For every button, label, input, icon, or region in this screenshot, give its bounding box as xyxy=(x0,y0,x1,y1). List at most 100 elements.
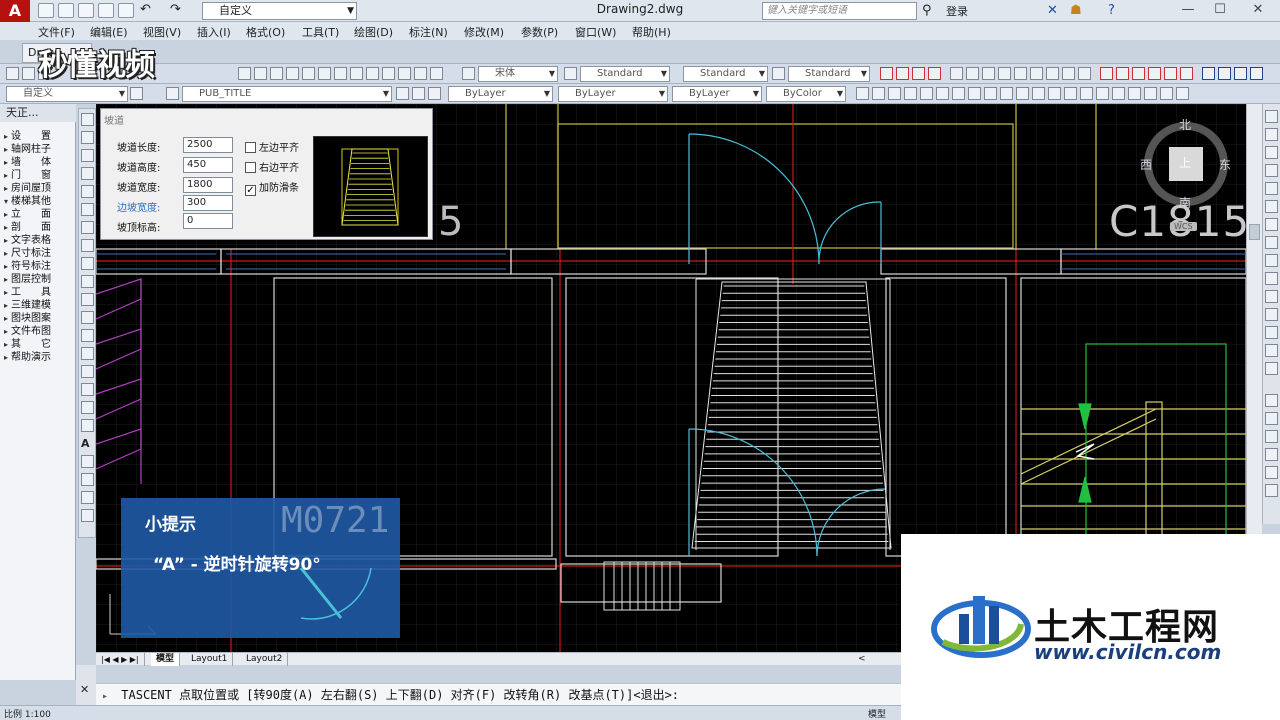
menu-modify[interactable]: 修改(M) xyxy=(464,24,504,40)
construction-line-icon[interactable] xyxy=(81,131,94,144)
slope-width-input[interactable]: 300 xyxy=(183,195,233,211)
tab-model[interactable]: 模型 xyxy=(151,653,181,666)
make-block-icon[interactable] xyxy=(81,329,94,342)
erase-icon[interactable] xyxy=(1265,110,1278,123)
spline-icon[interactable] xyxy=(81,257,94,270)
tch-tool-icon[interactable] xyxy=(928,67,941,80)
dim-aligned-icon[interactable] xyxy=(966,67,979,80)
tch-axis-icon[interactable] xyxy=(1100,67,1113,80)
right-align-checkbox[interactable]: 右边平齐 xyxy=(245,159,299,174)
draworder-icon[interactable] xyxy=(1265,448,1278,461)
tool-palette-icon[interactable] xyxy=(334,67,347,80)
rotate-icon[interactable] xyxy=(1265,218,1278,231)
tch-window-icon[interactable] xyxy=(1096,87,1109,100)
line-icon[interactable] xyxy=(81,113,94,126)
help-icon[interactable]: ? xyxy=(1108,3,1115,18)
menu-insert[interactable]: 插入(I) xyxy=(197,24,231,40)
layer-previous-icon[interactable] xyxy=(412,87,425,100)
layer-select[interactable]: PUB_TITLE ▼ xyxy=(182,86,392,102)
panel-item-help[interactable]: ▸ 帮助演示 xyxy=(4,348,51,363)
zoom-window-icon[interactable] xyxy=(270,67,283,80)
tch-axis-icon[interactable] xyxy=(1116,67,1129,80)
point-icon[interactable] xyxy=(81,347,94,360)
menu-parametric[interactable]: 参数(P) xyxy=(521,24,558,40)
tch-axis-icon[interactable] xyxy=(1180,67,1193,80)
dim-baseline-icon[interactable] xyxy=(1062,67,1075,80)
ellipse-arc-icon[interactable] xyxy=(81,293,94,306)
tch-window-icon[interactable] xyxy=(1144,87,1157,100)
dim-linear-icon[interactable] xyxy=(950,67,963,80)
tch-window-icon[interactable] xyxy=(968,87,981,100)
font-select[interactable]: 宋体 ▼ xyxy=(478,66,558,82)
compass-west[interactable]: 西 xyxy=(1140,156,1152,173)
ramp-width-input[interactable]: 1800 xyxy=(183,177,233,193)
tch-window-icon[interactable] xyxy=(952,87,965,100)
workspace-select[interactable]: 自定义 ▼ xyxy=(202,2,357,20)
fillet-icon[interactable] xyxy=(1265,362,1278,375)
insert-block-icon[interactable] xyxy=(81,311,94,324)
move-icon[interactable] xyxy=(1265,200,1278,213)
color-select[interactable]: ByLayer ▼ xyxy=(448,86,553,102)
scale-icon[interactable] xyxy=(1265,236,1278,249)
new-icon[interactable] xyxy=(6,67,19,80)
ellipse-icon[interactable] xyxy=(81,275,94,288)
tch-axis-icon[interactable] xyxy=(1148,67,1161,80)
tch-window-icon[interactable] xyxy=(1000,87,1013,100)
viewcube-top[interactable]: 上 xyxy=(1179,154,1191,171)
mirror-icon[interactable] xyxy=(1265,146,1278,159)
tch-move-icon[interactable] xyxy=(1250,67,1263,80)
help-icon[interactable] xyxy=(398,67,411,80)
a360-icon[interactable]: ☗ xyxy=(1070,3,1082,18)
draworder-icon[interactable] xyxy=(1265,466,1278,479)
anti-slip-checkbox[interactable]: ✓ 加防滑条 xyxy=(245,179,299,196)
open-file-icon[interactable] xyxy=(58,3,74,18)
tch-window-icon[interactable] xyxy=(1112,87,1125,100)
erase-icon[interactable] xyxy=(81,473,94,486)
binoculars-icon[interactable]: ⚲ xyxy=(922,3,932,18)
new-file-icon[interactable] xyxy=(38,3,54,18)
offset-icon[interactable] xyxy=(1265,164,1278,177)
menu-help[interactable]: 帮助(H) xyxy=(632,24,671,40)
wcs-badge[interactable]: WCS xyxy=(1170,222,1197,231)
copy-icon[interactable] xyxy=(81,491,94,504)
tch-tool-icon[interactable] xyxy=(880,67,893,80)
ramp-height-input[interactable]: 450 xyxy=(183,157,233,173)
tch-window-icon[interactable] xyxy=(984,87,997,100)
compass-east[interactable]: 东 xyxy=(1219,156,1231,173)
tch-window-icon[interactable] xyxy=(904,87,917,100)
tch-window-icon[interactable] xyxy=(1016,87,1029,100)
polygon-icon[interactable] xyxy=(81,167,94,180)
layer-state-icon[interactable] xyxy=(430,67,443,80)
left-align-checkbox[interactable]: 左边平齐 xyxy=(245,139,299,154)
menu-edit[interactable]: 编辑(E) xyxy=(90,24,128,40)
tch-window-icon[interactable] xyxy=(1160,87,1173,100)
undo-icon[interactable]: ↶ xyxy=(140,3,156,18)
dim-arc-icon[interactable] xyxy=(982,67,995,80)
lineweight-select[interactable]: ByLayer ▼ xyxy=(672,86,762,102)
app-logo-icon[interactable]: A xyxy=(0,0,30,22)
tab-layout1[interactable]: Layout1 xyxy=(186,653,234,666)
tch-window-icon[interactable] xyxy=(1048,87,1061,100)
copy-icon[interactable] xyxy=(1265,128,1278,141)
zoom-previous-icon[interactable] xyxy=(286,67,299,80)
dim-radius-icon[interactable] xyxy=(1014,67,1027,80)
draworder-icon[interactable] xyxy=(1265,484,1278,497)
properties-icon[interactable] xyxy=(302,67,315,80)
dim-continue-icon[interactable] xyxy=(1078,67,1091,80)
search-input[interactable]: 键入关键字或短语 xyxy=(762,2,917,20)
tch-window-icon[interactable] xyxy=(872,87,885,100)
ramp-length-input[interactable]: 2500 xyxy=(183,137,233,153)
join-icon[interactable] xyxy=(1265,326,1278,339)
layer-icon[interactable] xyxy=(414,67,427,80)
menu-file[interactable]: 文件(F) xyxy=(38,24,75,40)
tch-move-icon[interactable] xyxy=(1202,67,1215,80)
pan-icon[interactable] xyxy=(238,67,251,80)
compass-north[interactable]: 北 xyxy=(1179,116,1191,133)
tch-move-icon[interactable] xyxy=(1234,67,1247,80)
save-as-icon[interactable] xyxy=(98,3,114,18)
sheet-set-icon[interactable] xyxy=(350,67,363,80)
design-center-icon[interactable] xyxy=(318,67,331,80)
break-icon[interactable] xyxy=(1265,308,1278,321)
table-style-select[interactable]: Standard ▼ xyxy=(788,66,870,82)
login-link[interactable]: 登录 xyxy=(946,3,968,19)
